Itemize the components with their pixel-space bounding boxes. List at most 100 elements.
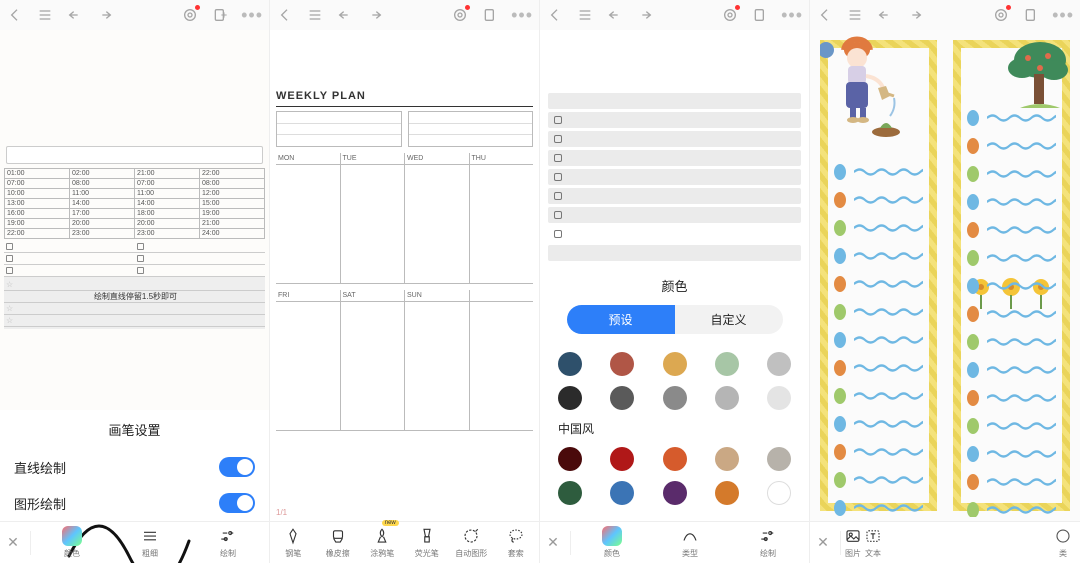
toolbar-image[interactable]: 图片 <box>843 526 863 559</box>
toolbar-eraser[interactable]: 橡皮擦 <box>317 526 360 559</box>
style-icon[interactable] <box>721 6 739 24</box>
style-icon[interactable] <box>181 6 199 24</box>
more-icon[interactable]: ••• <box>1052 10 1074 20</box>
screen-stationery: ••• <box>810 0 1080 563</box>
color-swatch[interactable] <box>767 481 791 505</box>
toolbar-lasso[interactable]: 套索 <box>495 526 538 559</box>
color-swatch[interactable] <box>610 352 634 376</box>
checklist-canvas: 颜色 预设 自定义 中国风 <box>540 30 809 521</box>
more-icon[interactable]: ••• <box>241 10 263 20</box>
list-footer-row <box>548 245 801 261</box>
screen-color-preset: ••• 颜色 预设 自定义 <box>540 0 810 563</box>
more-icon[interactable]: ••• <box>781 10 803 20</box>
line-draw-label: 直线绘制 <box>14 458 66 477</box>
add-page-icon[interactable] <box>481 6 499 24</box>
checklist-row[interactable] <box>548 207 801 223</box>
toolbar-drawset[interactable]: 绘制 <box>729 526 807 559</box>
redo-icon[interactable] <box>366 6 384 24</box>
line-draw-toggle[interactable] <box>219 457 255 477</box>
checklist-row[interactable] <box>548 112 801 128</box>
color-swatch[interactable] <box>663 481 687 505</box>
color-swatch[interactable] <box>715 481 739 505</box>
toolbar-hl[interactable]: 荧光笔 <box>406 526 449 559</box>
color-swatch[interactable] <box>767 386 791 410</box>
toolbar-type[interactable]: 类型 <box>651 526 729 559</box>
list-icon[interactable] <box>306 6 324 24</box>
brush-settings-title: 画笔设置 <box>0 420 269 439</box>
tab-custom[interactable]: 自定义 <box>675 305 783 334</box>
weekly-plan-canvas: WEEKLY PLAN MONTUEWEDTHU FRISATSUN 1/1 <box>270 30 539 521</box>
undo-icon[interactable] <box>336 6 354 24</box>
color-swatch[interactable] <box>558 447 582 471</box>
color-swatch[interactable] <box>715 386 739 410</box>
redo-icon[interactable] <box>636 6 654 24</box>
add-page-icon[interactable] <box>211 6 229 24</box>
checklist-row[interactable] <box>548 131 801 147</box>
bottom-toolbar: ✕ 颜色类型绘制 <box>540 521 809 563</box>
page-indicator: 1/1 <box>276 508 533 517</box>
undo-icon[interactable] <box>66 6 84 24</box>
tab-preset[interactable]: 预设 <box>567 305 675 334</box>
topbar: ••• <box>540 0 809 30</box>
color-tabs: 预设 自定义 <box>540 305 809 334</box>
color-swatch[interactable] <box>610 447 634 471</box>
sticker-page-right <box>947 34 1076 517</box>
toolbar-brush[interactable]: 涂鸦笔new <box>361 526 404 559</box>
color-swatch[interactable] <box>767 352 791 376</box>
color-swatch[interactable] <box>558 352 582 376</box>
checklist-row[interactable] <box>548 169 801 185</box>
color-swatch[interactable] <box>558 386 582 410</box>
draw-hint: 绘制直线停留1.5秒即可 <box>94 291 177 302</box>
toolbar-text[interactable]: 文本 <box>863 526 883 559</box>
toolbar-color[interactable]: 颜色 <box>33 526 111 559</box>
style-icon[interactable] <box>451 6 469 24</box>
close-icon[interactable]: ✕ <box>814 534 832 551</box>
back-icon[interactable] <box>6 6 24 24</box>
redo-icon[interactable] <box>96 6 114 24</box>
bottom-toolbar: 钢笔橡皮擦涂鸦笔new荧光笔自动图形套索 <box>270 521 539 563</box>
color-section-title: 颜色 <box>540 276 809 295</box>
redo-icon[interactable] <box>906 6 924 24</box>
color-swatch[interactable] <box>663 447 687 471</box>
undo-icon[interactable] <box>606 6 624 24</box>
color-swatch[interactable] <box>610 481 634 505</box>
checklist-row[interactable] <box>548 150 801 166</box>
brush-settings-panel: 画笔设置 直线绘制 图形绘制 <box>0 410 269 521</box>
toolbar-color[interactable]: 颜色 <box>573 526 651 559</box>
add-page-icon[interactable] <box>751 6 769 24</box>
back-icon[interactable] <box>276 6 294 24</box>
undo-icon[interactable] <box>876 6 894 24</box>
toolbar-thickness[interactable]: 粗细 <box>111 526 189 559</box>
planner-canvas: 01:0002:0021:0022:0007:0008:0007:0008:00… <box>0 30 269 410</box>
sticker-tree <box>1000 38 1070 118</box>
toolbar-drawset[interactable]: 绘制 <box>189 526 267 559</box>
close-icon[interactable]: ✕ <box>544 534 562 551</box>
color-swatch[interactable] <box>715 352 739 376</box>
list-icon[interactable] <box>576 6 594 24</box>
bottom-toolbar: ✕ 颜色粗细绘制 <box>0 521 269 563</box>
color-swatch[interactable] <box>558 481 582 505</box>
color-swatch[interactable] <box>715 447 739 471</box>
shape-draw-label: 图形绘制 <box>14 494 66 513</box>
back-icon[interactable] <box>546 6 564 24</box>
toolbar-shape[interactable]: 自动图形 <box>450 526 493 559</box>
add-page-icon[interactable] <box>1022 6 1040 24</box>
sticker-page-left <box>814 34 943 517</box>
color-swatch[interactable] <box>610 386 634 410</box>
list-icon[interactable] <box>36 6 54 24</box>
close-icon[interactable]: ✕ <box>4 534 22 551</box>
color-swatch[interactable] <box>663 352 687 376</box>
topbar: ••• <box>0 0 269 30</box>
style-icon[interactable] <box>992 6 1010 24</box>
checklist-row[interactable] <box>548 226 801 242</box>
checklist-row[interactable] <box>548 188 801 204</box>
color-swatch[interactable] <box>663 386 687 410</box>
toolbar-cat-unknown[interactable]: 类 <box>1048 526 1078 559</box>
topbar: ••• <box>810 0 1080 30</box>
toolbar-pen[interactable]: 钢笔 <box>272 526 315 559</box>
color-swatch[interactable] <box>767 447 791 471</box>
list-icon[interactable] <box>846 6 864 24</box>
shape-draw-toggle[interactable] <box>219 493 255 513</box>
back-icon[interactable] <box>816 6 834 24</box>
more-icon[interactable]: ••• <box>511 10 533 20</box>
